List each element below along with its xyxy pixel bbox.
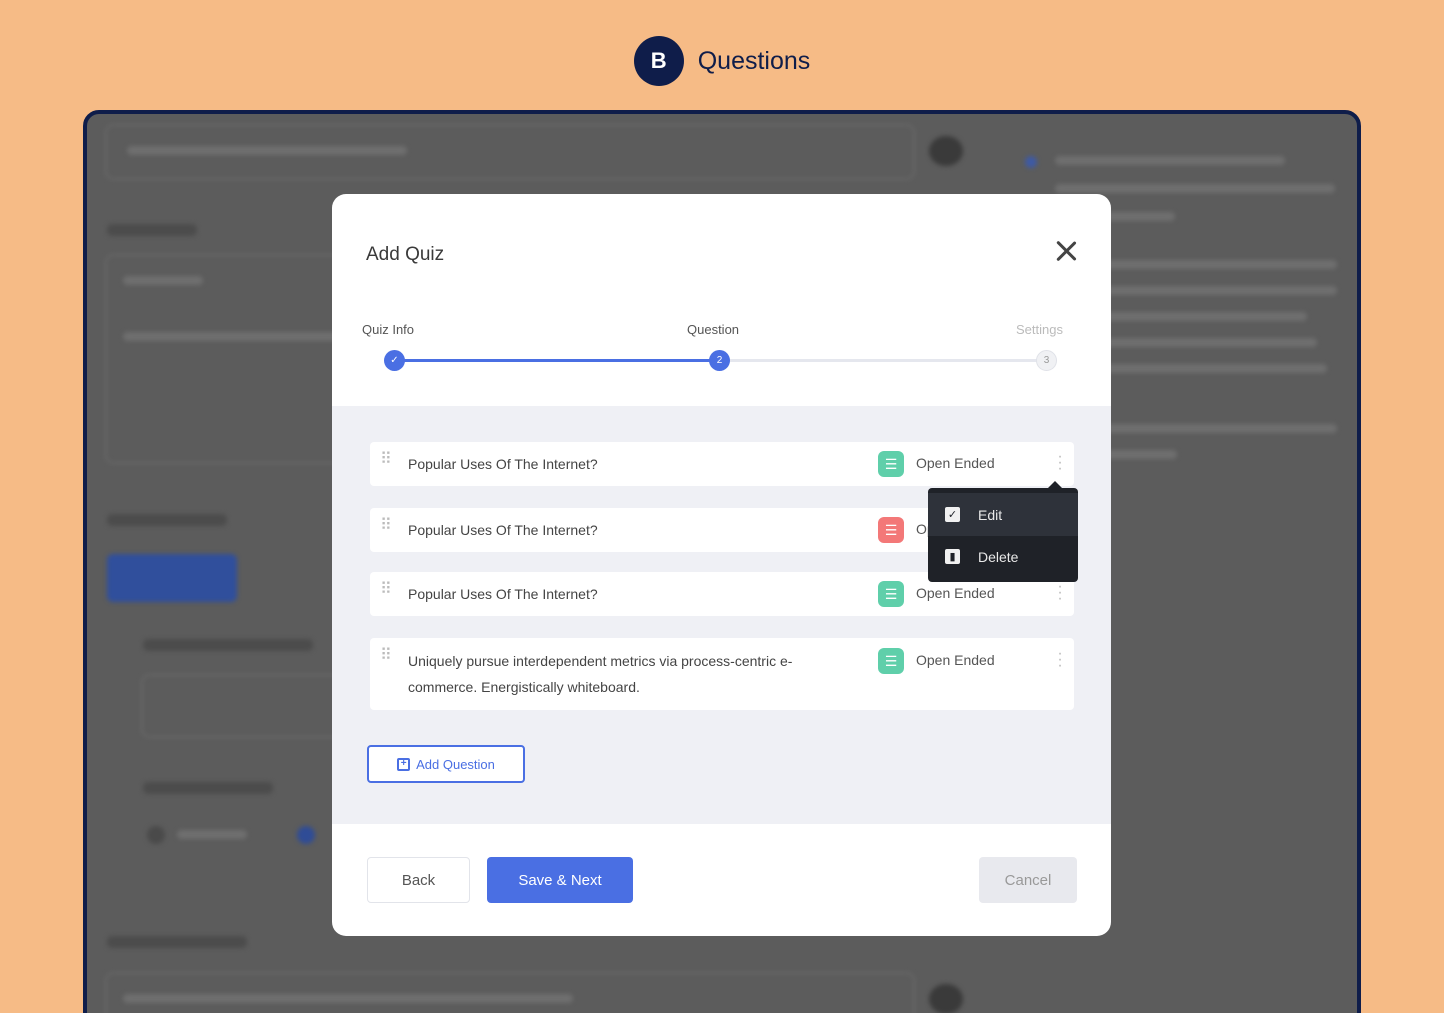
drag-handle-icon[interactable]: ⠿ xyxy=(380,452,394,475)
add-question-button[interactable]: + Add Question xyxy=(367,745,525,783)
bg-heading xyxy=(107,936,247,948)
step-2-dot[interactable]: 2 xyxy=(709,350,730,371)
section-badge: B xyxy=(633,36,684,86)
trash-icon: ▮ xyxy=(945,549,960,564)
more-options-icon[interactable]: ··· xyxy=(1056,646,1064,674)
edit-checkbox-icon: ✓ xyxy=(945,507,960,522)
question-text: Popular Uses Of The Internet? xyxy=(408,456,598,472)
question-context-menu: ✓ Edit ▮ Delete xyxy=(928,481,1078,582)
question-type: Open Ended xyxy=(916,455,995,471)
bg-heading xyxy=(143,639,313,651)
close-icon[interactable] xyxy=(1053,238,1079,264)
question-type: Open Ended xyxy=(916,652,995,668)
bg-heading xyxy=(143,782,273,794)
bg-icon xyxy=(929,136,963,166)
question-row[interactable]: ⠿ Uniquely pursue interdependent metrics… xyxy=(370,638,1074,710)
bg-text xyxy=(177,830,247,839)
drag-handle-icon[interactable]: ⠿ xyxy=(380,582,394,605)
stepper: Quiz Info Question Settings ✓ 2 3 xyxy=(362,320,1077,374)
plus-icon: + xyxy=(397,757,411,771)
modal-title: Add Quiz xyxy=(366,244,445,265)
bg-text xyxy=(123,994,573,1003)
bg-input xyxy=(105,972,915,1013)
bg-text xyxy=(127,146,407,155)
open-ended-icon: ☰ xyxy=(878,517,904,543)
bg-icon xyxy=(929,984,963,1013)
bg-text xyxy=(1055,184,1335,193)
bg-text xyxy=(1055,156,1285,165)
back-button[interactable]: Back xyxy=(367,857,470,903)
drag-handle-icon[interactable]: ⠿ xyxy=(380,648,394,671)
open-ended-icon: ☰ xyxy=(878,451,904,477)
more-options-icon[interactable]: ··· xyxy=(1056,579,1064,607)
bg-radio xyxy=(147,826,165,844)
step-label-quiz-info: Quiz Info xyxy=(362,322,415,337)
step-3-dot[interactable]: 3 xyxy=(1036,350,1057,371)
bg-text xyxy=(1097,260,1337,269)
section-header: B Questions xyxy=(0,36,1444,86)
question-type: Open Ended xyxy=(916,585,995,601)
bg-text xyxy=(123,332,343,341)
question-text: Popular Uses Of The Internet? xyxy=(408,586,598,602)
menu-item-edit-label: Edit xyxy=(978,506,1003,523)
bg-text xyxy=(1097,286,1337,295)
bg-text xyxy=(1097,312,1307,321)
question-text: Uniquely pursue interdependent metrics v… xyxy=(408,653,793,695)
step-1-check-icon[interactable]: ✓ xyxy=(384,350,405,371)
step-label-question: Question xyxy=(687,322,740,337)
bg-heading xyxy=(107,514,227,526)
open-ended-icon: ☰ xyxy=(878,581,904,607)
question-row[interactable]: ⠿ Popular Uses Of The Internet? ☰ Open E… xyxy=(370,442,1074,486)
menu-item-delete[interactable]: ▮ Delete xyxy=(928,535,1078,578)
open-ended-icon: ☰ xyxy=(878,648,904,674)
save-next-button[interactable]: Save & Next xyxy=(487,857,633,903)
bg-text xyxy=(1097,338,1317,347)
bg-text xyxy=(1097,364,1327,373)
more-options-icon[interactable]: ··· xyxy=(1056,449,1064,477)
add-question-label: Add Question xyxy=(416,756,495,772)
menu-item-delete-label: Delete xyxy=(978,548,1019,565)
bg-radio xyxy=(297,826,315,844)
stepper-progress xyxy=(395,359,720,362)
bg-input xyxy=(141,674,361,738)
bg-bullet xyxy=(1025,156,1037,168)
bg-text xyxy=(1097,424,1337,433)
question-text: Popular Uses Of The Internet? xyxy=(408,522,598,538)
cancel-button[interactable]: Cancel xyxy=(979,857,1077,903)
drag-handle-icon[interactable]: ⠿ xyxy=(380,518,394,541)
bg-text xyxy=(123,276,203,285)
section-title: Questions xyxy=(697,46,811,75)
menu-item-edit[interactable]: ✓ Edit xyxy=(928,493,1078,536)
step-label-settings: Settings xyxy=(1016,322,1063,337)
bg-button xyxy=(107,554,237,602)
bg-heading xyxy=(107,224,197,236)
